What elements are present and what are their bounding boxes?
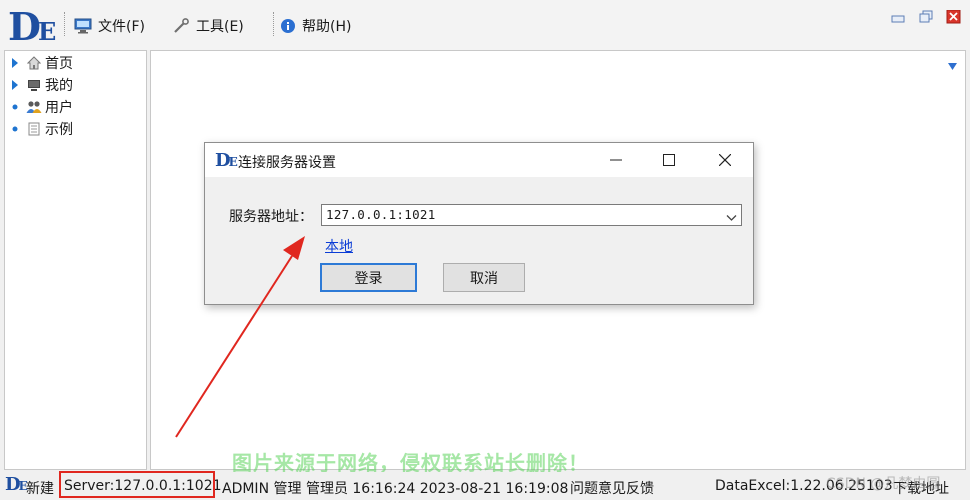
status-logo: DE [5, 474, 28, 495]
highlight-box [59, 471, 215, 498]
annotation-arrow [175, 236, 305, 438]
status-new-button[interactable]: 新建 [26, 478, 54, 498]
status-user-info: ADMIN 管理 管理员 16:16:24 2023-08-21 16:19:0… [222, 481, 569, 497]
csdn-watermark: CSDN @凡梦由圆 [826, 476, 941, 492]
status-feedback-link[interactable]: 问题意见反馈 [570, 478, 654, 498]
